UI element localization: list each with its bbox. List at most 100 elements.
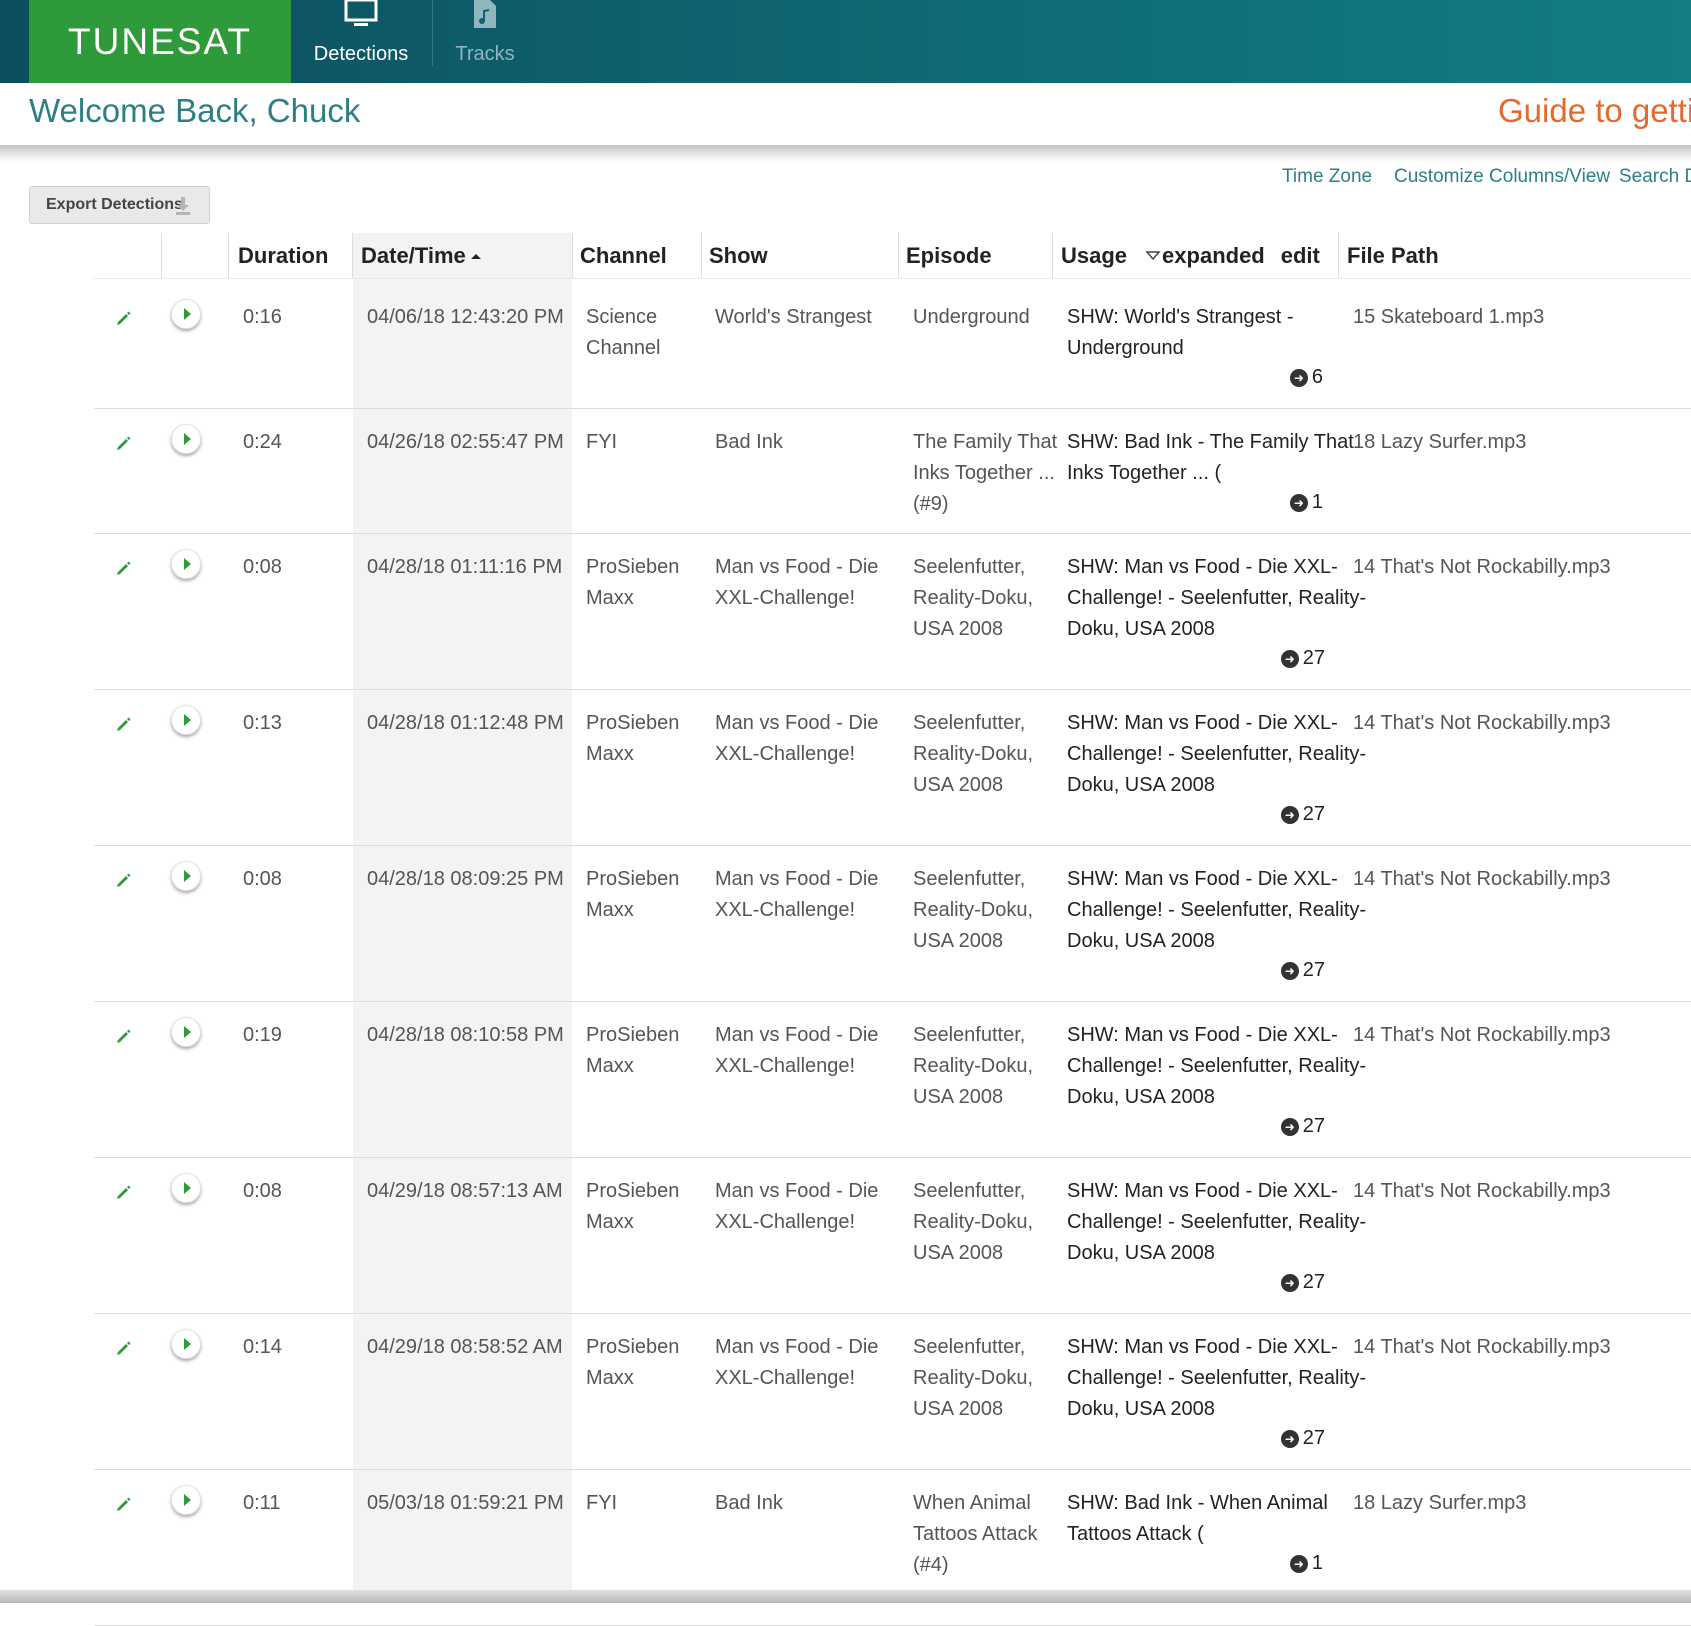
usage-cell-line: Challenge! - Seelenfutter, Reality- — [1067, 743, 1367, 765]
col-header-episode[interactable]: Episode — [906, 233, 992, 278]
edit-pencil-icon[interactable] — [116, 1184, 132, 1200]
usage-count-link[interactable]: ➜ 27 — [1280, 803, 1325, 826]
usage-count: 27 — [1302, 1115, 1325, 1137]
guide-link[interactable]: Guide to getting — [1498, 92, 1691, 130]
play-button[interactable] — [171, 1329, 201, 1359]
usage-count-link[interactable]: ➜ 6 — [1289, 366, 1323, 389]
table-row: 0:13 04/28/18 01:12:48 PM ProSieben Maxx Man… — [0, 690, 1691, 846]
edit-pencil-icon[interactable] — [116, 716, 132, 732]
usage-cell-line: Doku, USA 2008 — [1067, 1398, 1215, 1420]
usage-count-link[interactable]: ➜ 27 — [1280, 1115, 1325, 1138]
channel-cell-line: Maxx — [586, 743, 634, 765]
filepath-cell: 18 Lazy Surfer.mp3 — [1353, 431, 1527, 453]
play-button[interactable] — [171, 861, 201, 891]
show-cell-line: World's Strangest — [715, 306, 872, 328]
usage-count-link[interactable]: ➜ 27 — [1280, 959, 1325, 982]
column-divider — [572, 233, 573, 278]
episode-cell: Seelenfutter, Reality-Doku, USA 2008 — [913, 1176, 1033, 1269]
arrow-circle-icon: ➜ — [1280, 1429, 1299, 1448]
header-divider — [94, 278, 1691, 279]
duration-cell: 0:19 — [243, 1024, 282, 1046]
download-icon — [176, 197, 190, 215]
time-zone-link[interactable]: Time Zone — [1282, 166, 1372, 188]
header-shadow — [0, 145, 1691, 163]
episode-cell: The Family That Inks Together ... (#9) — [913, 427, 1057, 520]
episode-cell-line: When Animal — [913, 1492, 1031, 1514]
tab-detections[interactable]: Detections — [301, 0, 421, 83]
play-button[interactable] — [171, 1485, 201, 1515]
channel-cell-line: ProSieben — [586, 1336, 680, 1358]
play-button[interactable] — [171, 549, 201, 579]
table-row: 0:16 04/06/18 12:43:20 PM Science Channel Wo… — [0, 284, 1691, 409]
usage-count-link[interactable]: ➜ 27 — [1280, 1427, 1325, 1450]
expand-triangle-icon[interactable] — [1145, 250, 1161, 262]
play-button[interactable] — [171, 1017, 201, 1047]
customize-columns-link[interactable]: Customize Columns/View — [1394, 166, 1610, 188]
col-header-filepath[interactable]: File Path — [1347, 233, 1439, 278]
edit-pencil-icon[interactable] — [116, 1028, 132, 1044]
export-detections-button[interactable]: Export Detections — [29, 186, 210, 224]
column-divider — [1052, 233, 1053, 278]
edit-pencil-icon[interactable] — [116, 310, 132, 326]
arrow-circle-icon: ➜ — [1280, 1117, 1299, 1136]
usage-cell: SHW: Man vs Food - Die XXL- Challenge! - … — [1067, 1020, 1366, 1113]
usage-cell-line: SHW: Bad Ink - When Animal — [1067, 1492, 1328, 1514]
col-header-datetime-label: Date/Time — [361, 242, 466, 268]
col-header-show[interactable]: Show — [709, 233, 768, 278]
filepath-cell: 14 That's Not Rockabilly.mp3 — [1353, 1024, 1611, 1046]
edit-pencil-icon[interactable] — [116, 872, 132, 888]
play-button[interactable] — [171, 424, 201, 454]
tunesat-logo[interactable]: TUNESAT — [29, 0, 291, 83]
show-cell-line: Man vs Food - Die — [715, 868, 879, 890]
usage-count-link[interactable]: ➜ 1 — [1289, 491, 1323, 514]
usage-cell: SHW: Man vs Food - Die XXL- Challenge! - … — [1067, 1176, 1366, 1269]
channel-cell-line: Channel — [586, 337, 661, 359]
edit-pencil-icon[interactable] — [116, 435, 132, 451]
episode-cell-line: Seelenfutter, — [913, 1180, 1026, 1202]
usage-expanded-toggle[interactable]: expanded — [1162, 243, 1265, 269]
arrow-circle-icon: ➜ — [1289, 368, 1308, 387]
search-detections-link[interactable]: Search De — [1619, 166, 1691, 188]
episode-cell-line: Inks Together ... — [913, 462, 1055, 484]
arrow-circle-icon: ➜ — [1280, 805, 1299, 824]
col-header-duration[interactable]: Duration — [238, 233, 328, 278]
arrow-circle-icon: ➜ — [1280, 1273, 1299, 1292]
col-header-usage-label: Usage — [1061, 242, 1128, 268]
show-cell-line: XXL-Challenge! — [715, 1367, 856, 1389]
play-button[interactable] — [171, 705, 201, 735]
channel-cell-line: Maxx — [586, 899, 634, 921]
edit-pencil-icon[interactable] — [116, 1496, 132, 1512]
usage-count-link[interactable]: ➜ 1 — [1289, 1552, 1323, 1575]
sort-ascending-icon — [470, 253, 481, 259]
play-button[interactable] — [171, 1173, 201, 1203]
table-row: 0:24 04/26/18 02:55:47 PM FYI Bad Ink The Fa… — [0, 409, 1691, 534]
edit-pencil-icon[interactable] — [116, 1340, 132, 1356]
show-cell: Man vs Food - Die XXL-Challenge! — [715, 708, 878, 770]
usage-edit-link[interactable]: edit — [1281, 243, 1320, 269]
usage-cell-line: SHW: Bad Ink - The Family That — [1067, 431, 1354, 453]
welcome-heading: Welcome Back, Chuck — [29, 92, 361, 129]
show-cell: Man vs Food - Die XXL-Challenge! — [715, 552, 878, 614]
channel-cell-line: Maxx — [586, 587, 634, 609]
col-header-channel[interactable]: Channel — [580, 233, 667, 278]
column-divider — [161, 233, 162, 278]
export-detections-label: Export Detections — [46, 196, 183, 213]
duration-cell: 0:11 — [243, 1492, 281, 1514]
col-header-datetime[interactable]: Date/Time — [361, 233, 483, 278]
usage-count-link[interactable]: ➜ 27 — [1280, 647, 1325, 670]
col-header-usage[interactable]: Usage expanded edit — [1061, 233, 1320, 278]
channel-cell-line: ProSieben — [586, 868, 680, 890]
tab-tracks[interactable]: Tracks — [425, 0, 545, 83]
show-cell-line: XXL-Challenge! — [715, 1055, 856, 1077]
edit-pencil-icon[interactable] — [116, 560, 132, 576]
usage-count-link[interactable]: ➜ 27 — [1280, 1271, 1325, 1294]
usage-cell-line: SHW: Man vs Food - Die XXL- — [1067, 556, 1338, 578]
play-button[interactable] — [171, 299, 201, 329]
episode-cell-line: Reality-Doku, — [913, 1055, 1034, 1077]
episode-cell-line: Underground — [913, 306, 1030, 328]
duration-cell: 0:16 — [243, 306, 282, 328]
top-nav-bar: TUNESAT Detections Tracks — [0, 0, 1691, 83]
show-cell-line: XXL-Challenge! — [715, 1211, 856, 1233]
datetime-cell: 04/06/18 12:43:20 PM — [367, 306, 564, 328]
usage-cell-line: SHW: World's Strangest - — [1067, 306, 1294, 328]
